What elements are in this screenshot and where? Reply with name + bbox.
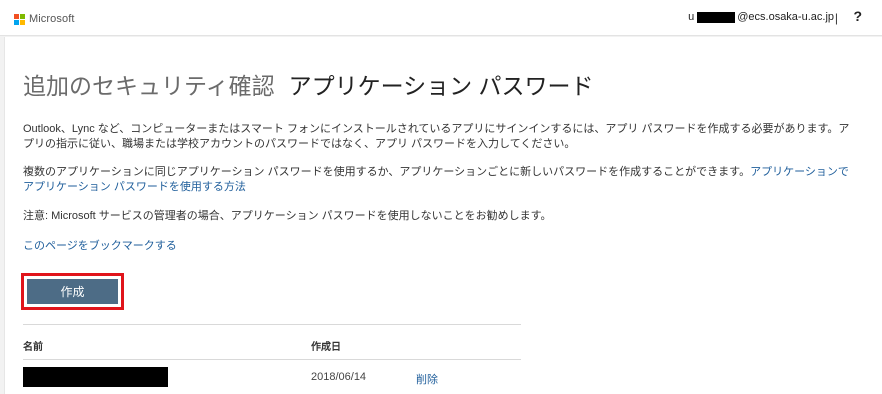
header-separator: |: [834, 11, 838, 25]
app-password-table: 名前 作成日 2018/06/14 削除: [23, 324, 521, 390]
reuse-paragraph: 複数のアプリケーションに同じアプリケーション パスワードを使用するか、アプリケー…: [23, 165, 853, 195]
instructions-paragraph: Outlook、Lync など、コンピューターまたはスマート フォンにインストー…: [23, 123, 850, 150]
user-name-prefix: u: [688, 11, 695, 23]
created-date: 2018/06/14: [311, 371, 367, 383]
bookmark-link[interactable]: このページをブックマークする: [23, 237, 177, 253]
page-title: 追加のセキュリティ確認 アプリケーション パスワード: [23, 67, 594, 101]
microsoft-logo-icon: [14, 13, 25, 25]
page-title-main: 追加のセキュリティ確認: [23, 73, 275, 99]
main-content: 追加のセキュリティ確認 アプリケーション パスワード Outlook、Lync な…: [4, 37, 882, 394]
table-row: 2018/06/14 削除: [23, 360, 521, 390]
signed-in-user[interactable]: u @ecs.osaka-u.ac.jp: [688, 11, 834, 23]
microsoft-logo[interactable]: Microsoft: [14, 13, 75, 25]
table-header: 名前 作成日: [23, 325, 521, 359]
redacted-password-name: [23, 367, 168, 387]
column-header-created: 作成日: [311, 342, 341, 353]
redacted-username: [697, 11, 736, 23]
admin-note: 注意: Microsoft サービスの管理者の場合、アプリケーション パスワード…: [23, 210, 552, 222]
delete-link[interactable]: 削除: [416, 371, 438, 387]
create-button[interactable]: 作成: [27, 279, 118, 304]
brand-name: Microsoft: [29, 13, 75, 25]
column-header-name: 名前: [23, 342, 43, 353]
page-title-sub: アプリケーション パスワード: [288, 73, 594, 99]
help-icon[interactable]: ?: [853, 8, 862, 24]
top-bar: Microsoft u @ecs.osaka-u.ac.jp | ?: [0, 0, 882, 36]
reuse-text: 複数のアプリケーションに同じアプリケーション パスワードを使用するか、アプリケー…: [23, 166, 751, 178]
user-domain: @ecs.osaka-u.ac.jp: [737, 11, 834, 23]
